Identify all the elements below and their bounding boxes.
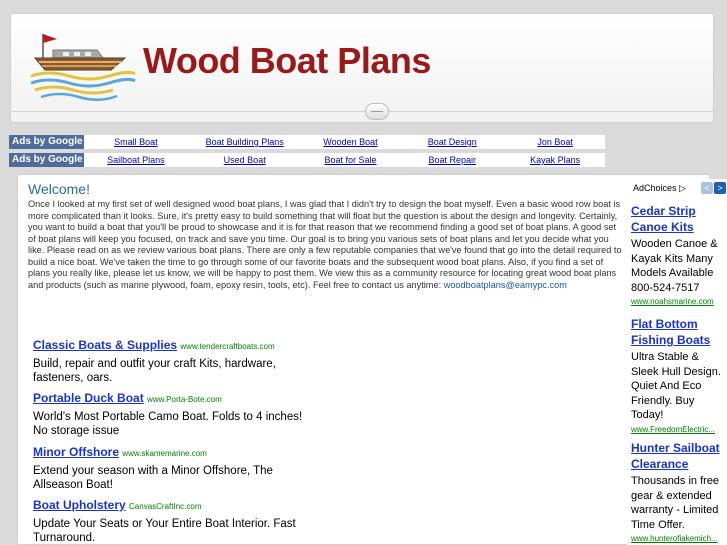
text-ad: Classic Boats & Supplies www.tendercraft… xyxy=(33,338,303,385)
ad-links-bar-1: Ads by Google Small Boat Boat Building P… xyxy=(9,135,605,149)
prev-ad-button[interactable]: < xyxy=(701,182,713,194)
ad-link-kayak-plans[interactable]: Kayak Plans xyxy=(505,155,605,165)
sidebar-ad-description: Ultra Stable & Sleek Hull Design. Quiet … xyxy=(631,351,721,421)
sidebar-ad-url[interactable]: www.hunterofiakemich... xyxy=(631,534,727,543)
ad-url[interactable]: www.skamemarine.com xyxy=(122,449,206,458)
contact-email-link[interactable]: woodboatplans@eamypc.com xyxy=(444,280,567,290)
welcome-heading: Welcome! xyxy=(28,181,90,197)
sidebar-ad-title[interactable]: Cedar Strip Canoe Kits xyxy=(631,203,727,235)
ad-link-jon-boat[interactable]: Jon Boat xyxy=(505,137,605,147)
site-title[interactable]: Wood Boat Plans xyxy=(143,40,431,82)
next-ad-button[interactable]: > xyxy=(714,182,726,194)
ad-url[interactable]: www.tendercraftboats.com xyxy=(180,342,274,351)
site-header: Wood Boat Plans xyxy=(10,13,714,123)
main-content: Welcome! Once I looked at my first set o… xyxy=(17,174,710,545)
adchoices-triangle-icon: ▷ xyxy=(679,183,686,193)
ad-link-used-boat[interactable]: Used Boat xyxy=(188,155,302,165)
ads-by-google-label[interactable]: Ads by Google xyxy=(9,153,84,167)
ad-link-boat-building-plans[interactable]: Boat Building Plans xyxy=(188,137,302,147)
boat-logo[interactable] xyxy=(27,30,137,105)
ad-link-small-boat[interactable]: Small Boat xyxy=(84,137,188,147)
text-ad: Boat Upholstery CanvasCraftInc.com Updat… xyxy=(33,498,303,545)
sidebar-ad-url[interactable]: www.FreedomElectric... xyxy=(631,425,727,434)
ad-url[interactable]: www.Porta-Bote.com xyxy=(147,395,222,404)
sidebar-ad: Cedar Strip Canoe Kits Wooden Canoe & Ka… xyxy=(631,203,727,306)
ad-description: Update Your Seats or Your Entire Boat In… xyxy=(33,518,296,544)
sidebar-ad-url[interactable]: www.noahsmarine.com xyxy=(631,297,727,306)
ad-url[interactable]: CanvasCraftInc.com xyxy=(129,502,201,511)
ad-description: Extend your season with a Minor Offshore… xyxy=(33,465,273,491)
header-divider xyxy=(11,111,713,112)
divider-knob-icon xyxy=(365,103,389,120)
ad-link-boat-design[interactable]: Boat Design xyxy=(399,137,505,147)
sidebar-ad: Flat Bottom Fishing Boats Ultra Stable &… xyxy=(631,316,727,434)
sidebar-ads: AdChoices ▷ < > Cedar Strip Canoe Kits W… xyxy=(627,179,727,545)
sidebar-ad-title[interactable]: Flat Bottom Fishing Boats xyxy=(631,316,727,348)
sidebar-ad-title[interactable]: Hunter Sailboat Clearance xyxy=(631,440,727,472)
ad-title-link[interactable]: Boat Upholstery xyxy=(33,498,126,512)
intro-text: Once I looked at my first set of well de… xyxy=(28,199,622,290)
ad-title-link[interactable]: Minor Offshore xyxy=(33,445,119,459)
ad-links-bar-2: Ads by Google Sailboat Plans Used Boat B… xyxy=(9,153,605,167)
ad-title-link[interactable]: Portable Duck Boat xyxy=(33,391,144,405)
intro-paragraph: Once I looked at my first set of well de… xyxy=(28,199,624,291)
sidebar-ad-description: Thousands in free gear & extended warran… xyxy=(631,475,720,531)
ad-link-boat-for-sale[interactable]: Boat for Sale xyxy=(302,155,400,165)
ad-description: Build, repair and outfit your craft Kits… xyxy=(33,358,276,384)
text-ad: Portable Duck Boat www.Porta-Bote.com Wo… xyxy=(33,391,303,438)
ad-link-wooden-boat[interactable]: Wooden Boat xyxy=(302,137,400,147)
ads-by-google-label[interactable]: Ads by Google xyxy=(9,135,84,149)
ad-title-link[interactable]: Classic Boats & Supplies xyxy=(33,338,177,352)
ad-link-boat-repair[interactable]: Boat Repair xyxy=(399,155,505,165)
adchoices-label[interactable]: AdChoices ▷ xyxy=(633,183,686,194)
text-ad: Minor Offshore www.skamemarine.com Exten… xyxy=(33,445,303,492)
sidebar-ad: Hunter Sailboat Clearance Thousands in f… xyxy=(631,440,727,543)
sidebar-ad-description: Wooden Canoe & Kayak Kits Many Models Av… xyxy=(631,238,718,294)
ad-link-sailboat-plans[interactable]: Sailboat Plans xyxy=(84,155,188,165)
ad-description: World's Most Portable Camo Boat. Folds t… xyxy=(33,411,303,437)
adchoices-bar: AdChoices ▷ < > xyxy=(627,179,727,197)
